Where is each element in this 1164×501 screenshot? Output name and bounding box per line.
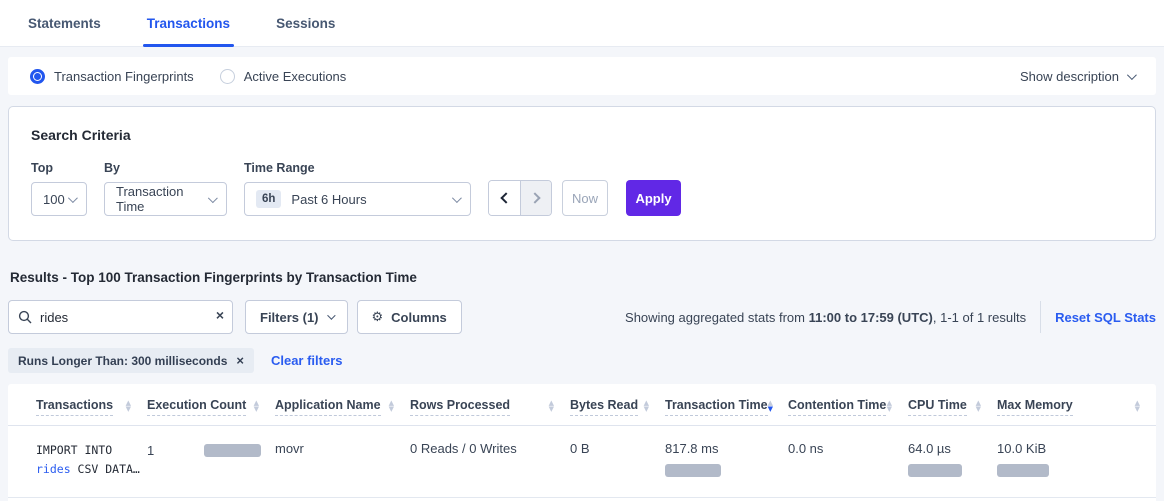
search-box: ×	[8, 300, 233, 334]
radio-label: Active Executions	[244, 69, 347, 84]
time-range-badge: 6h	[256, 190, 281, 208]
time-next-button[interactable]	[520, 181, 551, 215]
apply-button[interactable]: Apply	[626, 180, 681, 216]
chevron-right-icon	[529, 192, 540, 203]
results-title: Results - Top 100 Transaction Fingerprin…	[10, 270, 1154, 285]
view-toggle-band: Transaction Fingerprints Active Executio…	[8, 57, 1156, 95]
time-range-label: Time Range	[244, 161, 471, 175]
chevron-down-icon	[68, 193, 78, 203]
sort-icon[interactable]: ▲▼	[976, 398, 981, 412]
column-header-execution-count[interactable]: Execution Count ▲▼	[147, 384, 275, 426]
transaction-statement[interactable]: IMPORT INTOrides CSV DATA…	[36, 441, 147, 479]
time-range-select[interactable]: 6h Past 6 Hours	[244, 182, 471, 216]
column-header-cpu-time[interactable]: CPU Time ▲▼	[908, 384, 997, 426]
max-memory-bar	[997, 464, 1049, 477]
transactions-table: Transactions ▲▼ Execution Count ▲▼ Appli…	[8, 384, 1156, 498]
gear-icon: ⚙	[372, 310, 384, 325]
column-header-contention-time[interactable]: Contention Time ▲▼	[788, 384, 908, 426]
stats-time-range: 11:00 to 17:59 (UTC)	[809, 310, 933, 325]
filter-chip-label: Runs Longer Than: 300 milliseconds	[18, 354, 227, 368]
sort-icon[interactable]: ▲▼	[126, 398, 131, 412]
radio-unselected-icon[interactable]	[220, 69, 235, 84]
transaction-fingerprint-cell[interactable]: IMPORT INTOrides CSV DATA…	[8, 426, 147, 498]
sort-icon[interactable]: ▲▼	[254, 398, 259, 412]
top-select[interactable]: 100	[31, 182, 87, 216]
time-nav-group	[488, 180, 552, 216]
top-label: Top	[31, 161, 87, 175]
columns-button[interactable]: ⚙ Columns	[357, 300, 462, 334]
chevron-down-icon	[327, 311, 335, 319]
search-criteria-title: Search Criteria	[31, 127, 1133, 143]
show-description-toggle[interactable]: Show description	[1020, 69, 1134, 84]
time-prev-button[interactable]	[489, 181, 520, 215]
by-field: By Transaction Time	[104, 161, 227, 216]
filter-chip[interactable]: Runs Longer Than: 300 milliseconds ×	[8, 348, 254, 373]
sort-icon-active-desc[interactable]: ▲▼	[768, 398, 773, 412]
radio-transaction-fingerprints[interactable]: Transaction Fingerprints	[30, 69, 194, 84]
column-header-bytes-read[interactable]: Bytes Read ▲▼	[570, 384, 665, 426]
columns-button-label: Columns	[391, 310, 447, 325]
chevron-down-icon	[1127, 70, 1137, 80]
vertical-divider	[1040, 301, 1041, 333]
search-icon	[18, 310, 32, 324]
results-toolbar: × Filters (1) ⚙ Columns Showing aggregat…	[8, 300, 1156, 334]
by-select[interactable]: Transaction Time	[104, 182, 227, 216]
filters-button-label: Filters (1)	[260, 310, 319, 325]
sort-icon[interactable]: ▲▼	[1135, 398, 1140, 412]
tab-sessions[interactable]: Sessions	[272, 0, 339, 46]
results-table-card: Transactions ▲▼ Execution Count ▲▼ Appli…	[8, 384, 1156, 501]
results-meta: Showing aggregated stats from 11:00 to 1…	[625, 301, 1156, 333]
column-header-max-memory[interactable]: Max Memory ▲▼	[997, 384, 1156, 426]
page-content: Transaction Fingerprints Active Executio…	[0, 57, 1164, 501]
radio-label: Transaction Fingerprints	[54, 69, 194, 84]
contention-time-cell: 0.0 ns	[788, 426, 908, 498]
bytes-read-cell: 0 B	[570, 426, 665, 498]
sort-icon[interactable]: ▲▼	[549, 398, 554, 412]
search-criteria-card: Search Criteria Top 100 By Transaction T…	[8, 106, 1156, 241]
sort-icon[interactable]: ▲▼	[644, 398, 649, 412]
now-button[interactable]: Now	[562, 180, 608, 216]
column-header-transactions[interactable]: Transactions ▲▼	[8, 384, 147, 426]
time-range-value: Past 6 Hours	[291, 192, 366, 207]
page-tabbar: Statements Transactions Sessions	[0, 0, 1164, 47]
radio-selected-icon[interactable]	[30, 69, 45, 84]
by-label: By	[104, 161, 227, 175]
table-header-row: Transactions ▲▼ Execution Count ▲▼ Appli…	[8, 384, 1156, 426]
active-filters-row: Runs Longer Than: 300 milliseconds × Cle…	[8, 348, 1156, 373]
chevron-down-icon	[208, 193, 218, 203]
execution-count-bar	[204, 444, 261, 457]
cpu-time-cell: 64.0 µs	[908, 426, 997, 498]
chip-close-icon[interactable]: ×	[236, 353, 244, 368]
tab-transactions[interactable]: Transactions	[143, 0, 234, 46]
rows-processed-cell: 0 Reads / 0 Writes	[410, 426, 570, 498]
clear-filters-link[interactable]: Clear filters	[271, 353, 343, 368]
execution-count-cell: 1	[147, 426, 275, 498]
radio-active-executions[interactable]: Active Executions	[220, 69, 347, 84]
by-select-value: Transaction Time	[116, 184, 208, 214]
time-range-field: Time Range 6h Past 6 Hours	[244, 161, 471, 216]
tab-statements[interactable]: Statements	[24, 0, 105, 46]
sort-icon[interactable]: ▲▼	[887, 398, 892, 412]
table-row[interactable]: IMPORT INTOrides CSV DATA… 1 movr 0 Read…	[8, 426, 1156, 498]
transaction-link[interactable]: rides	[36, 462, 71, 476]
chevron-down-icon	[452, 193, 462, 203]
top-select-value: 100	[43, 192, 65, 207]
transaction-time-bar	[665, 464, 721, 477]
cpu-time-bar	[908, 464, 962, 477]
clear-search-icon[interactable]: ×	[216, 307, 224, 323]
show-description-label: Show description	[1020, 69, 1119, 84]
sort-icon[interactable]: ▲▼	[389, 398, 394, 412]
filters-button[interactable]: Filters (1)	[245, 300, 348, 334]
application-name-cell: movr	[275, 426, 410, 498]
max-memory-cell: 10.0 KiB	[997, 426, 1156, 498]
reset-sql-stats-link[interactable]: Reset SQL Stats	[1055, 310, 1156, 325]
search-input[interactable]	[8, 300, 233, 334]
chevron-left-icon	[500, 192, 511, 203]
aggregated-stats-text: Showing aggregated stats from 11:00 to 1…	[625, 310, 1026, 325]
transaction-time-cell: 817.8 ms	[665, 426, 788, 498]
column-header-rows-processed[interactable]: Rows Processed ▲▼	[410, 384, 570, 426]
column-header-transaction-time[interactable]: Transaction Time ▲▼	[665, 384, 788, 426]
column-header-application-name[interactable]: Application Name ▲▼	[275, 384, 410, 426]
top-field: Top 100	[31, 161, 87, 216]
